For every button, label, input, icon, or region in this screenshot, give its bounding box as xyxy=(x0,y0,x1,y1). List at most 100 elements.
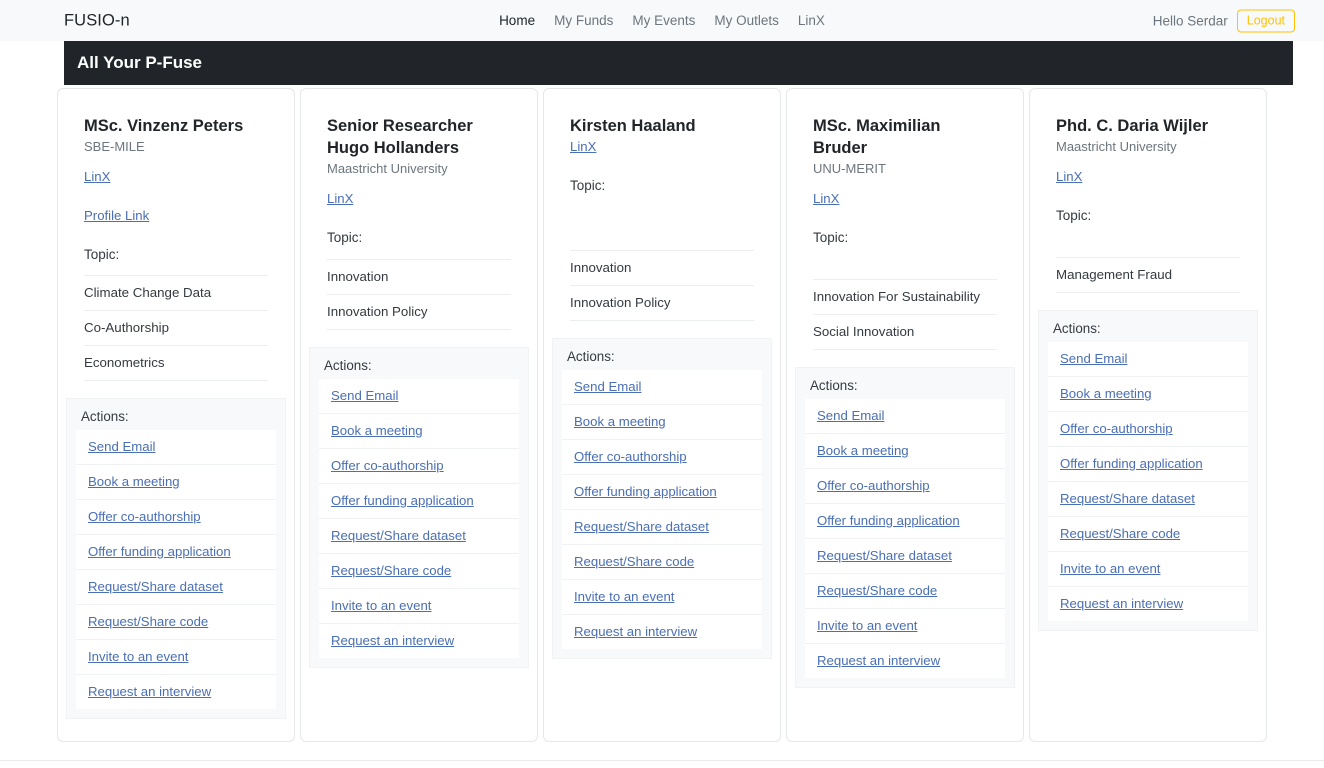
linx-link[interactable]: LinX xyxy=(84,168,110,186)
action-list-item[interactable]: Request/Share code xyxy=(319,554,519,589)
action-link-book-a-meeting[interactable]: Book a meeting xyxy=(574,414,666,429)
linx-link[interactable]: LinX xyxy=(327,190,353,208)
action-link-offer-co-authorship[interactable]: Offer co-authorship xyxy=(88,509,201,524)
action-list-item[interactable]: Offer funding application xyxy=(319,484,519,519)
action-link-invite-to-an-event[interactable]: Invite to an event xyxy=(817,618,917,633)
action-link-invite-to-an-event[interactable]: Invite to an event xyxy=(88,649,188,664)
brand-logo[interactable]: FUSIO-n xyxy=(64,11,130,30)
action-link-book-a-meeting[interactable]: Book a meeting xyxy=(331,423,423,438)
action-list-item[interactable]: Offer funding application xyxy=(76,535,276,570)
action-link-request-an-interview[interactable]: Request an interview xyxy=(1060,596,1183,611)
action-list-item[interactable]: Invite to an event xyxy=(562,580,762,615)
action-link-request-share-code[interactable]: Request/Share code xyxy=(817,583,937,598)
action-list-item[interactable]: Request an interview xyxy=(562,615,762,649)
topic-list-item: Innovation xyxy=(570,251,754,286)
action-link-offer-funding-application[interactable]: Offer funding application xyxy=(1060,456,1203,471)
action-list-item[interactable]: Book a meeting xyxy=(319,414,519,449)
action-list-item[interactable]: Request/Share dataset xyxy=(319,519,519,554)
nav-link-my-outlets[interactable]: My Outlets xyxy=(714,12,779,30)
action-list-item[interactable]: Request/Share code xyxy=(1048,517,1248,552)
action-link-send-email[interactable]: Send Email xyxy=(1060,351,1127,366)
action-list-item[interactable]: Book a meeting xyxy=(805,434,1005,469)
action-list-item[interactable]: Request/Share dataset xyxy=(1048,482,1248,517)
action-link-request-share-dataset[interactable]: Request/Share dataset xyxy=(574,519,709,534)
action-link-request-an-interview[interactable]: Request an interview xyxy=(574,624,697,639)
action-link-request-share-dataset[interactable]: Request/Share dataset xyxy=(88,579,223,594)
action-list-item[interactable]: Offer co-authorship xyxy=(1048,412,1248,447)
action-list-item[interactable]: Offer funding application xyxy=(562,475,762,510)
logout-button[interactable]: Logout xyxy=(1236,9,1295,32)
linx-link[interactable]: LinX xyxy=(1056,168,1082,186)
action-list-item[interactable]: Offer co-authorship xyxy=(76,500,276,535)
action-list-item[interactable]: Book a meeting xyxy=(76,465,276,500)
linx-link[interactable]: LinX xyxy=(813,190,839,208)
action-link-book-a-meeting[interactable]: Book a meeting xyxy=(817,443,909,458)
action-link-request-share-dataset[interactable]: Request/Share dataset xyxy=(817,548,952,563)
action-link-send-email[interactable]: Send Email xyxy=(817,408,884,423)
action-link-offer-co-authorship[interactable]: Offer co-authorship xyxy=(817,478,930,493)
person-card: MSc. Vinzenz Peters SBE-MILE LinX Profile L… xyxy=(57,88,295,742)
action-link-request-share-dataset[interactable]: Request/Share dataset xyxy=(331,528,466,543)
action-list-item[interactable]: Invite to an event xyxy=(805,609,1005,644)
action-list-item[interactable]: Send Email xyxy=(76,430,276,465)
action-list-item[interactable]: Offer funding application xyxy=(1048,447,1248,482)
nav-link-home[interactable]: Home xyxy=(499,12,535,30)
action-link-request-an-interview[interactable]: Request an interview xyxy=(331,633,454,648)
action-list-item[interactable]: Send Email xyxy=(319,379,519,414)
action-link-offer-co-authorship[interactable]: Offer co-authorship xyxy=(574,449,687,464)
action-link-request-share-code[interactable]: Request/Share code xyxy=(1060,526,1180,541)
profile-link[interactable]: Profile Link xyxy=(84,207,149,225)
topic-list: Innovation For Sustainability Social Inno… xyxy=(813,279,997,350)
action-link-request-share-code[interactable]: Request/Share code xyxy=(574,554,694,569)
action-link-request-share-code[interactable]: Request/Share code xyxy=(331,563,451,578)
action-link-offer-co-authorship[interactable]: Offer co-authorship xyxy=(1060,421,1173,436)
action-link-invite-to-an-event[interactable]: Invite to an event xyxy=(1060,561,1160,576)
action-link-offer-co-authorship[interactable]: Offer co-authorship xyxy=(331,458,444,473)
action-link-offer-funding-application[interactable]: Offer funding application xyxy=(88,544,231,559)
action-list-item[interactable]: Offer co-authorship xyxy=(805,469,1005,504)
action-link-send-email[interactable]: Send Email xyxy=(88,439,155,454)
action-list-item[interactable]: Request/Share dataset xyxy=(76,570,276,605)
action-list-item[interactable]: Book a meeting xyxy=(562,405,762,440)
nav-link-linx[interactable]: LinX xyxy=(798,12,825,30)
action-link-book-a-meeting[interactable]: Book a meeting xyxy=(1060,386,1152,401)
action-link-request-share-code[interactable]: Request/Share code xyxy=(88,614,208,629)
action-list-item[interactable]: Send Email xyxy=(1048,342,1248,377)
action-link-send-email[interactable]: Send Email xyxy=(331,388,398,403)
action-link-request-share-dataset[interactable]: Request/Share dataset xyxy=(1060,491,1195,506)
action-list-item[interactable]: Invite to an event xyxy=(76,640,276,675)
action-link-offer-funding-application[interactable]: Offer funding application xyxy=(331,493,474,508)
action-link-book-a-meeting[interactable]: Book a meeting xyxy=(88,474,180,489)
nav-link-my-events[interactable]: My Events xyxy=(632,12,695,30)
action-list-item[interactable]: Send Email xyxy=(562,370,762,405)
action-list-item[interactable]: Request/Share dataset xyxy=(805,539,1005,574)
action-list-item[interactable]: Request/Share code xyxy=(562,545,762,580)
action-list-item[interactable]: Request/Share code xyxy=(805,574,1005,609)
action-list-item[interactable]: Offer co-authorship xyxy=(319,449,519,484)
action-link-request-an-interview[interactable]: Request an interview xyxy=(817,653,940,668)
action-list-item[interactable]: Request an interview xyxy=(76,675,276,709)
action-list-item[interactable]: Request an interview xyxy=(319,624,519,658)
nav-link-my-funds[interactable]: My Funds xyxy=(554,12,613,30)
action-link-request-an-interview[interactable]: Request an interview xyxy=(88,684,211,699)
person-affiliation: Maastricht University xyxy=(327,161,448,176)
action-link-invite-to-an-event[interactable]: Invite to an event xyxy=(331,598,431,613)
actions-panel: Actions: Send Email Book a meeting Offer co… xyxy=(1038,310,1258,631)
action-link-send-email[interactable]: Send Email xyxy=(574,379,641,394)
action-list-item[interactable]: Request an interview xyxy=(1048,587,1248,621)
action-list-item[interactable]: Send Email xyxy=(805,399,1005,434)
linx-link[interactable]: LinX xyxy=(570,138,596,156)
action-list-item[interactable]: Offer co-authorship xyxy=(562,440,762,475)
action-link-offer-funding-application[interactable]: Offer funding application xyxy=(817,513,960,528)
action-list-item[interactable]: Request/Share code xyxy=(76,605,276,640)
action-link-offer-funding-application[interactable]: Offer funding application xyxy=(574,484,717,499)
topic-list-item: Climate Change Data xyxy=(84,276,268,311)
action-list-item[interactable]: Invite to an event xyxy=(319,589,519,624)
action-list-item[interactable]: Request an interview xyxy=(805,644,1005,678)
action-list-item[interactable]: Offer funding application xyxy=(805,504,1005,539)
action-list-item[interactable]: Invite to an event xyxy=(1048,552,1248,587)
person-name: Kirsten Haaland xyxy=(570,117,696,135)
action-list-item[interactable]: Request/Share dataset xyxy=(562,510,762,545)
action-list-item[interactable]: Book a meeting xyxy=(1048,377,1248,412)
action-link-invite-to-an-event[interactable]: Invite to an event xyxy=(574,589,674,604)
